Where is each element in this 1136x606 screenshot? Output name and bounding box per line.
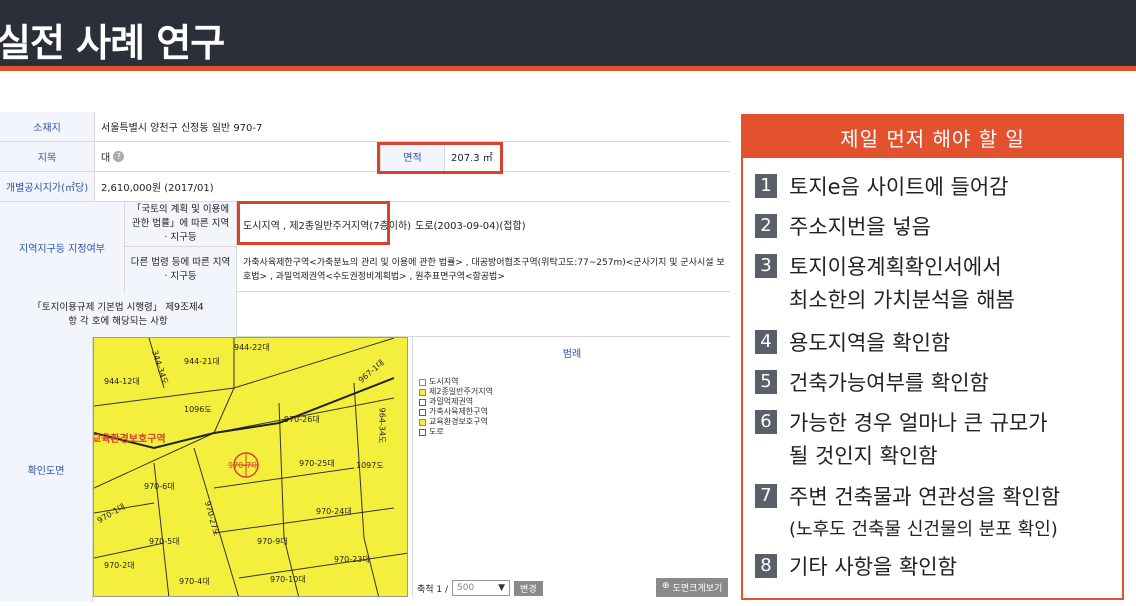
value-zone-other: 가축사육제한구역<가축분뇨의 관리 및 이용에 관한 법률> , 대공방어협조구… <box>243 257 725 282</box>
step-8: 8 기타 사항을 확인함 <box>755 552 957 582</box>
map-label: 1096도 <box>184 405 212 414</box>
map-label: 964-34도 <box>377 407 387 444</box>
legend-item: 제2종일반주거지역 <box>419 387 493 397</box>
row-regulation: 「토지이용규제 기본법 시행령」 제9조제4항 각 호에 해당되는 사항 <box>0 292 730 337</box>
label-price: 개별공시지가(㎡당) <box>0 172 95 201</box>
map-label: 970-25대 <box>299 459 335 468</box>
map-label: 1097도 <box>356 461 384 470</box>
step-number: 1 <box>755 174 777 198</box>
step-text: 가능한 경우 얼마나 큰 규모가 <box>789 411 1048 435</box>
label-regulation: 「토지이용규제 기본법 시행령」 제9조제4항 각 호에 해당되는 사항 <box>0 292 237 337</box>
map-label: 970-4대 <box>179 577 210 586</box>
step-7: 7 주변 건축물과 연관성을 확인함 <box>755 482 1060 512</box>
value-category: 대? <box>95 142 125 171</box>
map-legend: 범례 도시지역 제2종일반주거지역 과밀억제권역 가축사육제한구역 교육환경보호… <box>412 337 730 597</box>
step-number: 3 <box>755 254 777 278</box>
map-label-school-zone: 교육환경보호구역 <box>93 434 166 445</box>
map-label: 970-10대 <box>270 575 306 584</box>
legend-item: 도로 <box>419 427 493 437</box>
step-text: 토지이용계획확인서에서 <box>789 255 1002 279</box>
row-address: 소재지 서울특별시 양천구 신정동 일반 970-7 <box>0 112 730 142</box>
step-number: 4 <box>755 330 777 354</box>
scale-select[interactable]: 500 ▼ <box>452 580 511 596</box>
step-6-cont: 될 것인지 확인함 <box>789 444 938 468</box>
step-3: 3 토지이용계획확인서에서 <box>755 252 1002 282</box>
label-category: 지목 <box>0 142 95 171</box>
legend-item: 가축사육제한구역 <box>419 407 493 417</box>
step-1: 1 토지e음 사이트에 들어감 <box>755 172 1008 202</box>
scale-control: 축척 1 / 500 ▼ 변경 <box>417 580 543 596</box>
step-text: 용도지역을 확인함 <box>789 331 951 355</box>
step-7-cont: (노후도 건축물 신건물의 분포 확인) <box>789 519 1058 540</box>
step-number: 6 <box>755 410 777 434</box>
legend-item: 도시지역 <box>419 377 493 387</box>
scale-change-button[interactable]: 변경 <box>514 580 543 596</box>
value-zone-road: 도로(2003-09-04)(접합) <box>415 221 526 232</box>
step-number: 5 <box>755 370 777 394</box>
step-text: 주변 건축물과 연관성을 확인함 <box>789 485 1061 509</box>
map-label-target: 970-7대 <box>228 461 259 470</box>
category-text: 대 <box>101 153 111 164</box>
step-2: 2 주소지번을 넣음 <box>755 212 931 242</box>
cadastral-map[interactable]: 944-12대 944-21대 944-22대 344-34도 1096도 97… <box>93 337 408 597</box>
title-underline <box>0 66 1136 71</box>
row-price: 개별공시지가(㎡당) 2,610,000원 (2017/01) <box>0 172 730 202</box>
step-number: 7 <box>755 484 777 508</box>
step-text: 기타 사항을 확인함 <box>789 555 957 579</box>
label-address: 소재지 <box>0 112 95 141</box>
map-label: 970-26대 <box>284 415 320 424</box>
step-6: 6 가능한 경우 얼마나 큰 규모가 <box>755 408 1048 438</box>
map-label: 970-5대 <box>149 537 180 546</box>
legend-item: 교육환경보호구역 <box>419 417 493 427</box>
todo-panel: 제일 먼저 해야 할 일 1 토지e음 사이트에 들어감 2 주소지번을 넣음 3토… <box>741 114 1124 600</box>
legend-item: 과밀억제권역 <box>419 397 493 407</box>
step-text: 주소지번을 넣음 <box>789 215 931 239</box>
label-zone-other: 다른 법령 등에 따른 지역 · 지구등 <box>125 247 237 292</box>
page-title: 실전 사례 연구 <box>0 21 225 65</box>
map-label: 944-12대 <box>104 377 140 386</box>
panel-title: 제일 먼저 해야 할 일 <box>743 116 1122 158</box>
map-label: 944-22대 <box>234 343 270 352</box>
step-3-cont: 최소한의 가치분석을 해봄 <box>789 288 1015 312</box>
zone-highlight-box <box>237 201 390 245</box>
label-zone: 지역지구등 지정여부 <box>0 202 125 292</box>
value-address: 서울특별시 양천구 신정동 일반 970-7 <box>101 123 263 134</box>
scale-label: 축척 1 / <box>417 584 449 595</box>
label-map: 확인도면 <box>0 337 93 602</box>
map-label: 970-9대 <box>257 537 288 546</box>
map-label: 970-6대 <box>144 482 175 491</box>
step-number: 8 <box>755 554 777 578</box>
map-label: 970-24대 <box>316 507 352 516</box>
legend-list: 도시지역 제2종일반주거지역 과밀억제권역 가축사육제한구역 교육환경보호구역 … <box>419 377 493 437</box>
map-label: 944-21대 <box>184 357 220 366</box>
value-price: 2,610,000원 (2017/01) <box>101 183 214 194</box>
step-text: 토지e음 사이트에 들어감 <box>789 175 1009 199</box>
label-zone-national: 「국토의 계획 및 이용에 관한 법률」에 따른 지역 · 지구등 <box>125 202 237 247</box>
map-label: 970-2대 <box>104 561 135 570</box>
row-category: 지목 대? 면적 207.3 ㎡ <box>0 142 730 172</box>
enlarge-map-button[interactable]: ⊕ 도면크게보기 <box>656 578 729 597</box>
step-5: 5 건축가능여부를 확인함 <box>755 368 989 398</box>
help-icon[interactable]: ? <box>113 151 125 162</box>
step-4: 4 용도지역을 확인함 <box>755 328 950 358</box>
legend-title: 범례 <box>562 349 582 360</box>
chevron-down-icon: ▼ <box>498 583 506 593</box>
step-number: 2 <box>755 214 777 238</box>
title-bar: 실전 사례 연구 <box>0 0 1136 71</box>
area-highlight-box <box>377 142 503 174</box>
magnify-icon: ⊕ <box>662 581 670 591</box>
map-label: 970-23대 <box>334 555 370 564</box>
step-text: 건축가능여부를 확인함 <box>789 371 989 395</box>
